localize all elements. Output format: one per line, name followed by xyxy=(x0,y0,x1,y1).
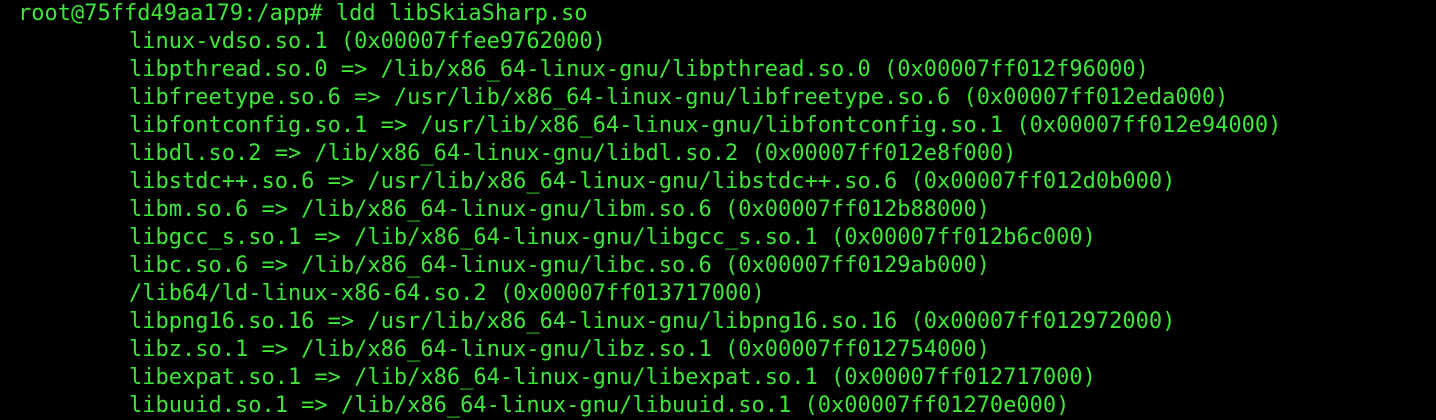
output-line: libfontconfig.so.1 => /usr/lib/x86_64-li… xyxy=(129,113,1282,138)
output-line: /lib64/ld-linux-x86-64.so.2 (0x00007ff01… xyxy=(129,281,765,306)
output-line: libstdc++.so.6 => /usr/lib/x86_64-linux-… xyxy=(129,169,1176,194)
output-line: libm.so.6 => /lib/x86_64-linux-gnu/libm.… xyxy=(129,197,990,222)
output-line: libfreetype.so.6 => /usr/lib/x86_64-linu… xyxy=(129,85,1229,110)
output-line: libexpat.so.1 => /lib/x86_64-linux-gnu/l… xyxy=(129,365,1096,390)
terminal-window[interactable]: root@75ffd49aa179:/app# ldd libSkiaSharp… xyxy=(0,0,1436,420)
output-line: libgcc_s.so.1 => /lib/x86_64-linux-gnu/l… xyxy=(129,225,1096,250)
shell-prompt: root@75ffd49aa179:/app# xyxy=(18,1,323,26)
output-line: linux-vdso.so.1 (0x00007ffee9762000) xyxy=(129,29,606,54)
output-line: libz.so.1 => /lib/x86_64-linux-gnu/libz.… xyxy=(129,337,990,362)
output-line: libuuid.so.1 => /lib/x86_64-linux-gnu/li… xyxy=(129,393,1070,418)
command-line: root@75ffd49aa179:/app# ldd libSkiaSharp… xyxy=(18,0,1436,28)
command-text: ldd libSkiaSharp.so xyxy=(335,1,588,26)
output-line: libdl.so.2 => /lib/x86_64-linux-gnu/libd… xyxy=(129,141,1017,166)
output-line: libpthread.so.0 => /lib/x86_64-linux-gnu… xyxy=(129,57,1149,82)
output-line: libc.so.6 => /lib/x86_64-linux-gnu/libc.… xyxy=(129,253,990,278)
output-line: libpng16.so.16 => /usr/lib/x86_64-linux-… xyxy=(129,309,1176,334)
